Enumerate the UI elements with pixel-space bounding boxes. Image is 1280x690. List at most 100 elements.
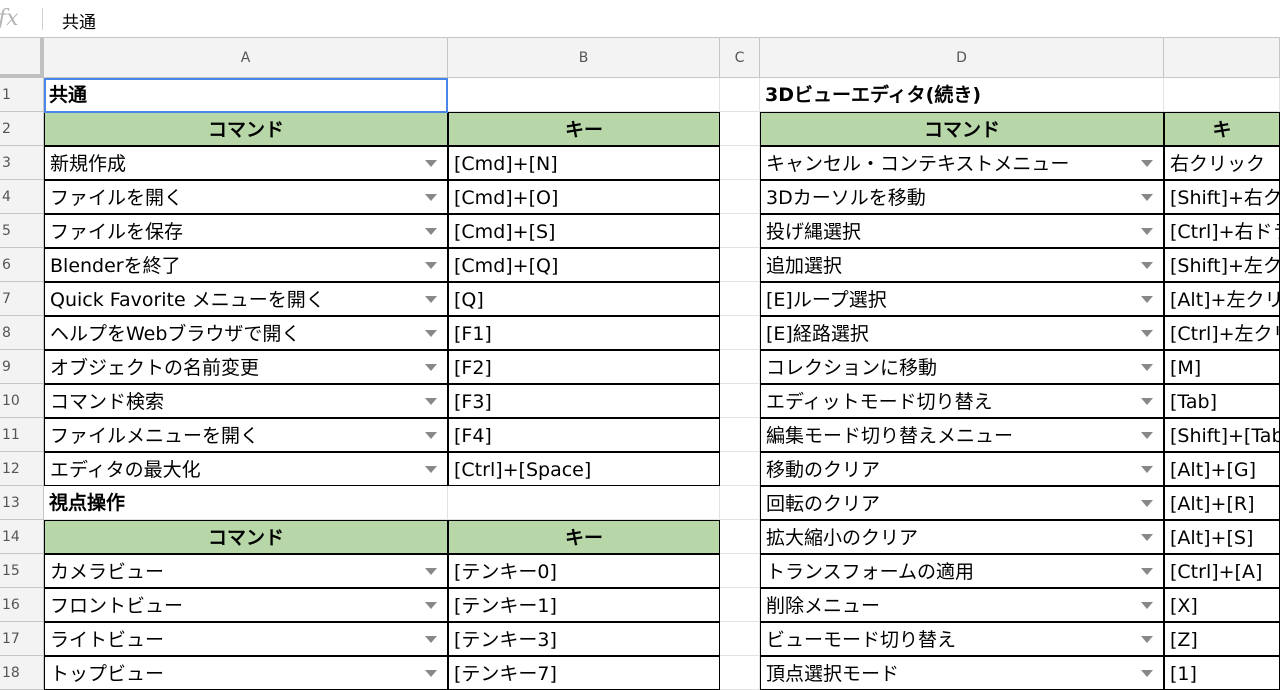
table-cell[interactable] [720, 180, 760, 214]
dropdown-arrow-icon[interactable] [425, 296, 437, 303]
table-cell[interactable]: [F1] [448, 316, 720, 350]
row-header[interactable]: 5 [0, 214, 44, 248]
table-cell[interactable]: [テンキー0] [448, 554, 720, 588]
table-cell[interactable]: [テンキー1] [448, 588, 720, 622]
table-cell[interactable]: [Cmd]+[N] [448, 146, 720, 180]
dropdown-arrow-icon[interactable] [1141, 466, 1153, 473]
table-cell[interactable]: 削除メニュー [760, 588, 1164, 622]
dropdown-arrow-icon[interactable] [425, 330, 437, 337]
dropdown-arrow-icon[interactable] [425, 194, 437, 201]
column-header[interactable]: B [448, 38, 720, 78]
row-header[interactable]: 16 [0, 588, 44, 622]
row-header[interactable]: 12 [0, 452, 44, 486]
dropdown-arrow-icon[interactable] [1141, 432, 1153, 439]
table-cell[interactable]: [Alt]+[S] [1164, 520, 1280, 554]
table-cell[interactable]: トランスフォームの適用 [760, 554, 1164, 588]
row-header[interactable]: 1 [0, 78, 44, 112]
table-cell[interactable] [720, 112, 760, 146]
table-cell[interactable]: [M] [1164, 350, 1280, 384]
table-cell[interactable] [720, 656, 760, 690]
table-cell[interactable]: フロントビュー [44, 588, 448, 622]
table-cell[interactable] [448, 78, 720, 112]
row-header[interactable]: 7 [0, 282, 44, 316]
table-cell[interactable]: [Alt]+[G] [1164, 452, 1280, 486]
table-cell[interactable]: [Alt]+[R] [1164, 486, 1280, 520]
dropdown-arrow-icon[interactable] [425, 160, 437, 167]
dropdown-arrow-icon[interactable] [1141, 670, 1153, 677]
dropdown-arrow-icon[interactable] [1141, 364, 1153, 371]
table-cell[interactable]: [Q] [448, 282, 720, 316]
table-cell[interactable] [720, 486, 760, 520]
table-cell[interactable]: キャンセル・コンテキストメニュー [760, 146, 1164, 180]
dropdown-arrow-icon[interactable] [1141, 398, 1153, 405]
dropdown-arrow-icon[interactable] [425, 398, 437, 405]
table-cell[interactable]: 編集モード切り替えメニュー [760, 418, 1164, 452]
table-cell[interactable]: [F4] [448, 418, 720, 452]
row-header[interactable]: 4 [0, 180, 44, 214]
dropdown-arrow-icon[interactable] [425, 636, 437, 643]
row-header[interactable]: 15 [0, 554, 44, 588]
table-cell[interactable] [720, 520, 760, 554]
table-cell[interactable]: [Ctrl]+[Space] [448, 452, 720, 486]
dropdown-arrow-icon[interactable] [1141, 500, 1153, 507]
table-cell[interactable]: [Tab] [1164, 384, 1280, 418]
table-cell[interactable]: カメラビュー [44, 554, 448, 588]
table-cell[interactable]: [Ctrl]+[A] [1164, 554, 1280, 588]
table-cell[interactable]: 3Dカーソルを移動 [760, 180, 1164, 214]
table-cell[interactable] [720, 588, 760, 622]
table-cell[interactable] [720, 316, 760, 350]
table-cell[interactable]: キ [1164, 112, 1280, 146]
table-cell[interactable]: 頂点選択モード [760, 656, 1164, 690]
table-cell[interactable]: ファイルを開く [44, 180, 448, 214]
table-cell[interactable]: [Alt]+左クリ [1164, 282, 1280, 316]
row-header[interactable]: 8 [0, 316, 44, 350]
dropdown-arrow-icon[interactable] [1141, 228, 1153, 235]
dropdown-arrow-icon[interactable] [425, 568, 437, 575]
table-cell[interactable] [720, 146, 760, 180]
dropdown-arrow-icon[interactable] [1141, 296, 1153, 303]
table-cell[interactable]: オブジェクトの名前変更 [44, 350, 448, 384]
table-cell[interactable]: Blenderを終了 [44, 248, 448, 282]
table-cell[interactable]: [Ctrl]+右ドラ [1164, 214, 1280, 248]
column-header[interactable] [1164, 38, 1280, 78]
dropdown-arrow-icon[interactable] [425, 228, 437, 235]
row-header[interactable]: 14 [0, 520, 44, 554]
row-header[interactable]: 18 [0, 656, 44, 690]
table-cell[interactable] [720, 350, 760, 384]
table-cell[interactable] [720, 78, 760, 112]
dropdown-arrow-icon[interactable] [425, 262, 437, 269]
table-cell[interactable]: ライトビュー [44, 622, 448, 656]
table-cell[interactable] [720, 622, 760, 656]
table-cell[interactable]: 新規作成 [44, 146, 448, 180]
dropdown-arrow-icon[interactable] [1141, 160, 1153, 167]
dropdown-arrow-icon[interactable] [1141, 534, 1153, 541]
table-cell[interactable]: [F3] [448, 384, 720, 418]
table-cell[interactable]: トップビュー [44, 656, 448, 690]
table-cell[interactable]: 移動のクリア [760, 452, 1164, 486]
table-cell[interactable]: エディットモード切り替え [760, 384, 1164, 418]
table-cell[interactable]: コマンド [44, 112, 448, 146]
table-cell[interactable]: [テンキー7] [448, 656, 720, 690]
table-cell[interactable]: コマンド検索 [44, 384, 448, 418]
dropdown-arrow-icon[interactable] [425, 364, 437, 371]
table-cell[interactable]: [Z] [1164, 622, 1280, 656]
row-header[interactable]: 9 [0, 350, 44, 384]
table-cell[interactable]: [1] [1164, 656, 1280, 690]
table-cell[interactable] [720, 554, 760, 588]
table-cell[interactable]: [Ctrl]+左クリ [1164, 316, 1280, 350]
table-cell[interactable]: [Cmd]+[S] [448, 214, 720, 248]
column-header[interactable]: A [44, 38, 448, 78]
table-cell[interactable]: [Shift]+左ク [1164, 248, 1280, 282]
table-cell[interactable]: エディタの最大化 [44, 452, 448, 486]
dropdown-arrow-icon[interactable] [1141, 262, 1153, 269]
table-cell[interactable] [720, 282, 760, 316]
table-cell[interactable]: キー [448, 112, 720, 146]
table-cell[interactable]: コレクションに移動 [760, 350, 1164, 384]
table-cell[interactable]: キー [448, 520, 720, 554]
table-cell[interactable]: 視点操作 [44, 486, 448, 520]
table-cell[interactable] [720, 248, 760, 282]
table-cell[interactable]: [Cmd]+[Q] [448, 248, 720, 282]
dropdown-arrow-icon[interactable] [1141, 636, 1153, 643]
row-header[interactable]: 3 [0, 146, 44, 180]
row-header[interactable]: 10 [0, 384, 44, 418]
